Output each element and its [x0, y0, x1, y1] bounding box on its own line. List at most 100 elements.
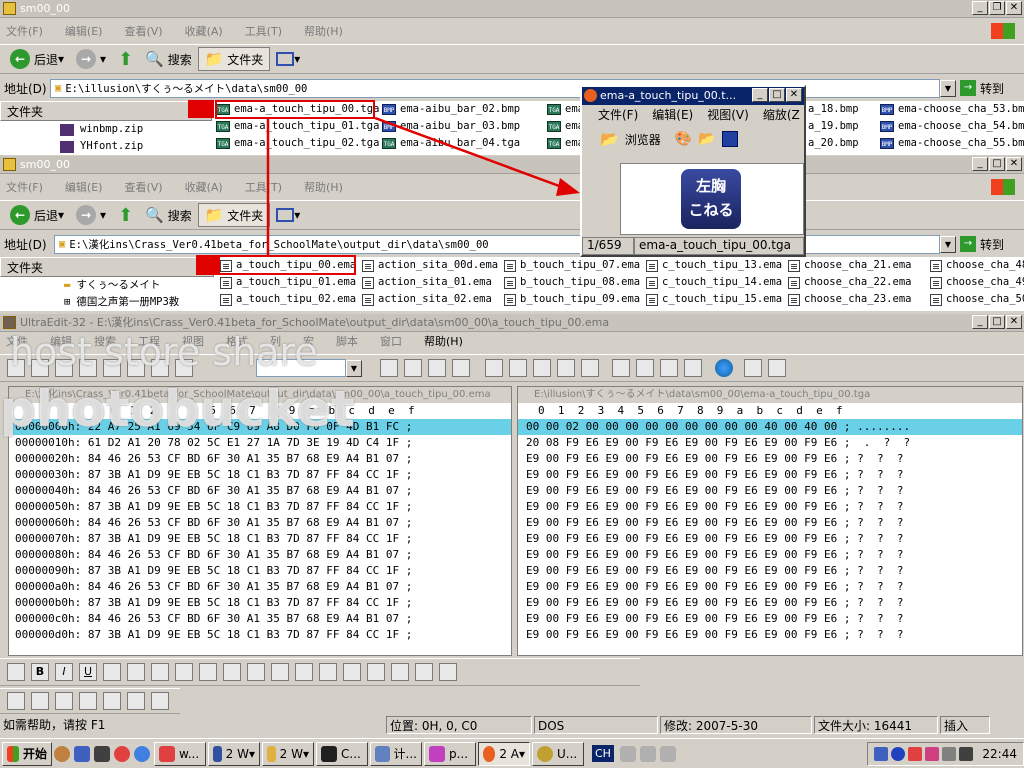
hex-row[interactable]: E9 00 F9 E6 E9 00 F9 E6 E9 00 F9 E6 E9 0…	[518, 483, 1022, 499]
help-icon[interactable]	[768, 359, 786, 377]
taskbar-item[interactable]: C...	[316, 741, 368, 766]
menu-help[interactable]: 帮助(H)	[424, 332, 463, 352]
table-insert-icon[interactable]	[31, 692, 49, 710]
menu-window[interactable]: 窗口	[380, 332, 402, 352]
align-right-icon[interactable]	[428, 359, 446, 377]
hex-row[interactable]: 000000c0h: 84 46 26 53 CF BD 6F 30 A1 35…	[9, 611, 511, 627]
hex-row[interactable]: E9 00 F9 E6 E9 00 F9 E6 E9 00 F9 E6 E9 0…	[518, 563, 1022, 579]
char-icon[interactable]	[439, 663, 457, 681]
start-button[interactable]: 开始	[2, 741, 52, 766]
flag-icon[interactable]	[127, 692, 145, 710]
tool-icon[interactable]	[151, 692, 169, 710]
hex-row[interactable]: 00 00 02 00 00 00 00 00 00 00 00 00 40 0…	[518, 419, 1022, 435]
list-icon[interactable]	[103, 663, 121, 681]
taskbar-item[interactable]: 2 W▾	[262, 741, 314, 766]
taskbar-item[interactable]: p...	[424, 741, 476, 766]
tray-icon[interactable]	[908, 746, 923, 761]
quicklaunch-icon[interactable]	[54, 745, 70, 762]
maximize-button[interactable]: □	[989, 315, 1005, 329]
quicklaunch-icon[interactable]	[134, 745, 150, 762]
ime-icon[interactable]	[639, 745, 656, 762]
hex-tab-right[interactable]: E:\illusion\すくぅ～るメイト\data\sm00_00\ema-a_…	[518, 387, 1022, 403]
hex-row[interactable]: 000000d0h: 87 3B A1 D9 9E EB 5C 18 C1 B3…	[9, 627, 511, 643]
hex-row[interactable]: 00000020h: 84 46 26 53 CF BD 6F 30 A1 35…	[9, 451, 511, 467]
font-icon[interactable]	[175, 663, 193, 681]
window-cascade-icon[interactable]	[660, 359, 678, 377]
hex-row[interactable]: E9 00 F9 E6 E9 00 F9 E6 E9 00 F9 E6 E9 0…	[518, 627, 1022, 643]
language-indicator[interactable]: CH	[592, 745, 614, 762]
justify-icon[interactable]	[452, 359, 470, 377]
hex-row[interactable]: E9 00 F9 E6 E9 00 F9 E6 E9 00 F9 E6 E9 0…	[518, 579, 1022, 595]
hex-row[interactable]: 00000090h: 87 3B A1 D9 9E EB 5C 18 C1 B3…	[9, 563, 511, 579]
hex-row[interactable]: E9 00 F9 E6 E9 00 F9 E6 E9 00 F9 E6 E9 0…	[518, 595, 1022, 611]
info-icon[interactable]	[744, 359, 762, 377]
hex-row[interactable]: E9 00 F9 E6 E9 00 F9 E6 E9 00 F9 E6 E9 0…	[518, 611, 1022, 627]
combo-dropdown[interactable]: ▼	[346, 359, 362, 377]
tray-icon[interactable]	[959, 746, 974, 761]
tray-icon[interactable]	[891, 746, 906, 761]
align-icon[interactable]	[247, 663, 265, 681]
quicklaunch-icon[interactable]	[74, 745, 90, 762]
hex-row[interactable]: 00000060h: 84 46 26 53 CF BD 6F 30 A1 35…	[9, 515, 511, 531]
anchor-icon[interactable]	[415, 663, 433, 681]
taskbar-item[interactable]: 计...	[370, 741, 422, 766]
volume-icon[interactable]	[942, 746, 957, 761]
image-icon[interactable]	[391, 663, 409, 681]
taskbar-item[interactable]: 2 W▾	[208, 741, 260, 766]
taskbar-item-active[interactable]: 2 A▾	[478, 741, 530, 766]
outdent-icon[interactable]	[223, 663, 241, 681]
find-icon[interactable]	[485, 359, 503, 377]
form-icon[interactable]	[55, 692, 73, 710]
hex-row[interactable]: E9 00 F9 E6 E9 00 F9 E6 E9 00 F9 E6 E9 0…	[518, 547, 1022, 563]
quicklaunch-icon[interactable]	[114, 745, 130, 762]
id-icon[interactable]	[79, 692, 97, 710]
taskbar-item[interactable]: w...	[154, 741, 206, 766]
numbered-list-icon[interactable]	[151, 663, 169, 681]
taskbar-item[interactable]: U...	[532, 741, 584, 766]
underline-icon[interactable]: U	[79, 663, 97, 681]
hex-row[interactable]: E9 00 F9 E6 E9 00 F9 E6 E9 00 F9 E6 E9 0…	[518, 467, 1022, 483]
tree-icon[interactable]	[103, 692, 121, 710]
printer-icon[interactable]	[581, 359, 599, 377]
tray-icon[interactable]	[925, 746, 940, 761]
hex-row[interactable]: 00000070h: 87 3B A1 D9 9E EB 5C 18 C1 B3…	[9, 531, 511, 547]
menu-script[interactable]: 脚本	[336, 332, 358, 352]
close-button[interactable]: ✕	[1006, 315, 1022, 329]
table-icon[interactable]	[271, 663, 289, 681]
checkbox-icon[interactable]	[343, 663, 361, 681]
align-center-icon[interactable]	[404, 359, 422, 377]
grid-icon[interactable]	[7, 692, 25, 710]
textbox-icon[interactable]	[319, 663, 337, 681]
window-tile-icon[interactable]	[612, 359, 630, 377]
bullet-icon[interactable]	[127, 663, 145, 681]
globe-icon[interactable]	[715, 359, 733, 377]
hex-row[interactable]: 000000a0h: 84 46 26 53 CF BD 6F 30 A1 35…	[9, 579, 511, 595]
hex-row[interactable]: 00000050h: 87 3B A1 D9 9E EB 5C 18 C1 B3…	[9, 499, 511, 515]
replace-icon[interactable]	[533, 359, 551, 377]
radio-icon[interactable]	[367, 663, 385, 681]
italic-icon[interactable]: I	[55, 663, 73, 681]
hex-row[interactable]: 00000080h: 84 46 26 53 CF BD 6F 30 A1 35…	[9, 547, 511, 563]
find-next-icon[interactable]	[509, 359, 527, 377]
align-left-icon[interactable]	[380, 359, 398, 377]
quicklaunch-icon[interactable]	[94, 745, 110, 762]
hex-row[interactable]: 20 08 F9 E6 E9 00 F9 E6 E9 00 F9 E6 E9 0…	[518, 435, 1022, 451]
help-icon[interactable]	[659, 745, 676, 762]
hex-row[interactable]: 00000040h: 84 46 26 53 CF BD 6F 30 A1 35…	[9, 483, 511, 499]
window-list-icon[interactable]	[684, 359, 702, 377]
hex-row[interactable]: 000000b0h: 87 3B A1 D9 9E EB 5C 18 C1 B3…	[9, 595, 511, 611]
indent-icon[interactable]	[199, 663, 217, 681]
format-icon[interactable]	[7, 663, 25, 681]
minimize-button[interactable]: _	[972, 315, 988, 329]
hex-row[interactable]: E9 00 F9 E6 E9 00 F9 E6 E9 00 F9 E6 E9 0…	[518, 451, 1022, 467]
pen-icon[interactable]	[619, 745, 636, 762]
tray-icon[interactable]	[874, 746, 889, 761]
window-split-icon[interactable]	[636, 359, 654, 377]
spellcheck-icon[interactable]	[557, 359, 575, 377]
hex-row[interactable]: E9 00 F9 E6 E9 00 F9 E6 E9 00 F9 E6 E9 0…	[518, 515, 1022, 531]
hex-row[interactable]: E9 00 F9 E6 E9 00 F9 E6 E9 00 F9 E6 E9 0…	[518, 531, 1022, 547]
bold-icon[interactable]: B	[31, 663, 49, 681]
hex-row[interactable]: 00000030h: 87 3B A1 D9 9E EB 5C 18 C1 B3…	[9, 467, 511, 483]
line-icon[interactable]	[295, 663, 313, 681]
hex-row[interactable]: E9 00 F9 E6 E9 00 F9 E6 E9 00 F9 E6 E9 0…	[518, 499, 1022, 515]
